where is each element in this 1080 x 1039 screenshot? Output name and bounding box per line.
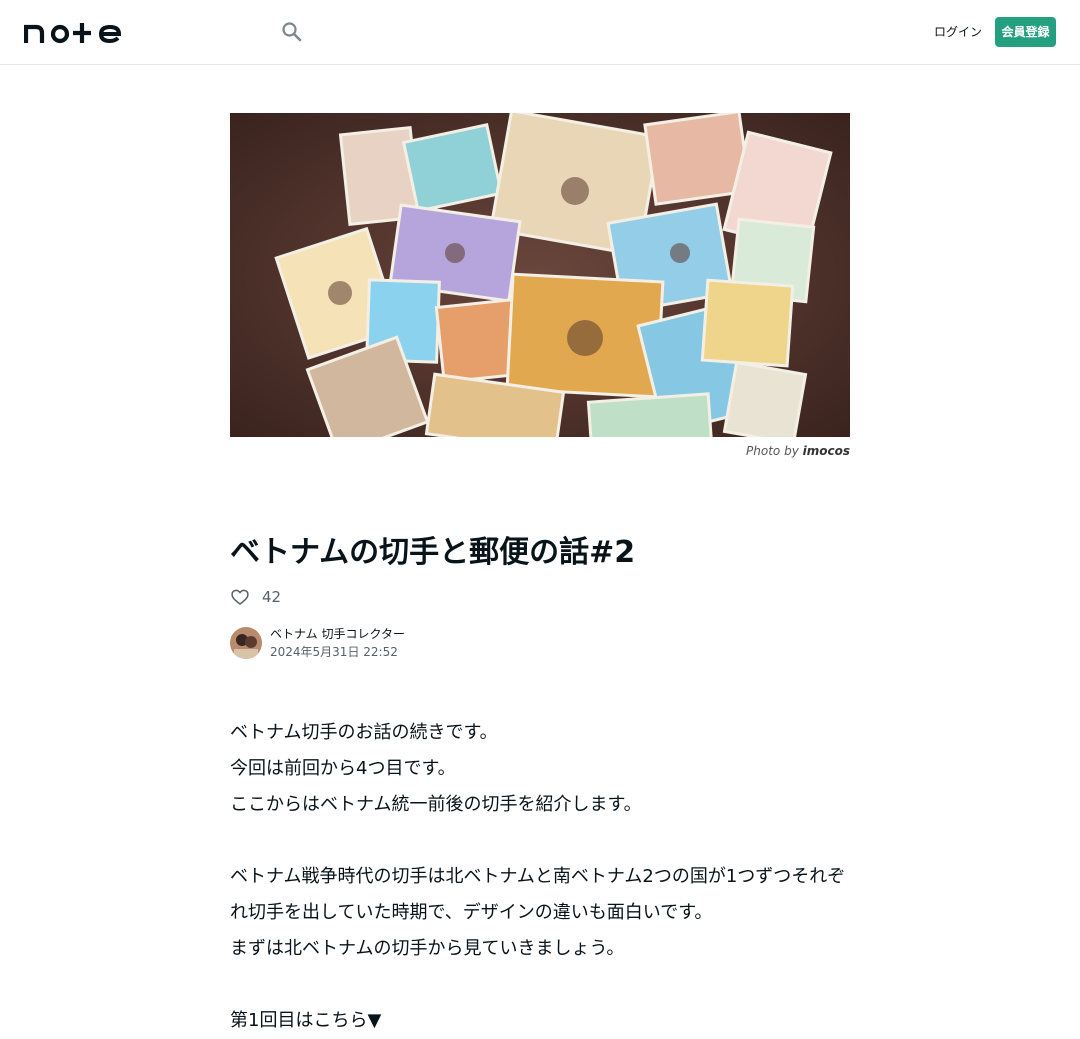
photo-caption: Photo by imocos: [230, 444, 850, 458]
author-name[interactable]: ベトナム 切手コレクター: [270, 625, 405, 643]
stamps-illustration: [230, 113, 850, 437]
site-header: ログイン 会員登録: [0, 0, 1080, 65]
body-paragraph: まずは北ベトナムの切手から見ていきましょう。: [230, 938, 625, 959]
hero-image: [230, 113, 850, 437]
body-paragraph: 今回は前回から4つ目です。: [230, 758, 456, 779]
heart-icon[interactable]: [230, 587, 250, 607]
author-info: ベトナム 切手コレクター 2024年5月31日 22:52: [230, 627, 405, 659]
caption-author-link[interactable]: imocos: [803, 444, 850, 458]
post-date: 2024年5月31日 22:52: [270, 645, 398, 659]
login-link[interactable]: ログイン: [922, 18, 994, 46]
note-logo[interactable]: [24, 19, 124, 45]
body-paragraph: 第1回目はこちら▼: [230, 1010, 382, 1031]
body-paragraph: ベトナム切手のお話の続きです。: [230, 722, 498, 743]
author-avatar[interactable]: [230, 627, 262, 659]
article-title: ベトナムの切手と郵便の話#2: [230, 535, 636, 570]
like-count: 42: [262, 588, 282, 606]
like-area: 42: [230, 585, 281, 609]
body-paragraph: ベトナム戦争時代の切手は北ベトナムと南ベトナム2つの国が1つずつそれぞれ切手を出…: [230, 866, 846, 923]
search-icon[interactable]: [280, 20, 304, 44]
signup-button[interactable]: 会員登録: [995, 17, 1056, 47]
article-body: ベトナム切手のお話の続きです。 今回は前回から4つ目です。 ここからはベトナム統…: [230, 715, 850, 1039]
caption-prefix: Photo by: [746, 444, 799, 458]
body-paragraph: ここからはベトナム統一前後の切手を紹介します。: [230, 794, 642, 815]
